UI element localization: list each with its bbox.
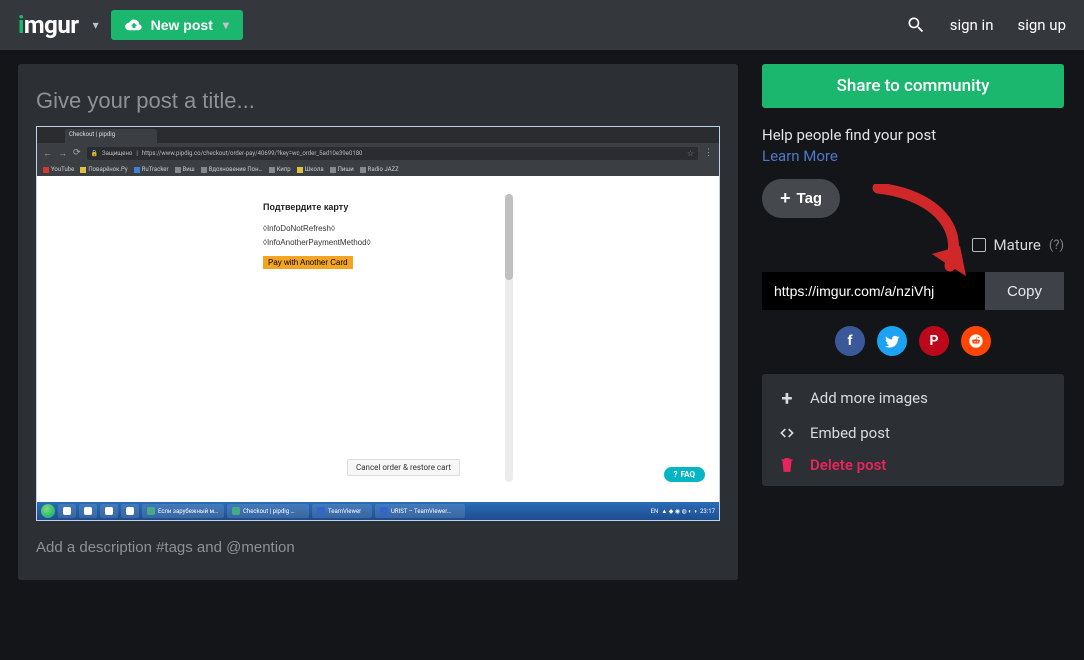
- sign-up-link[interactable]: sign up: [1017, 16, 1066, 34]
- page-body: Подтвердите карту ◊InfoDoNotRefresh◊ ◊In…: [37, 176, 719, 502]
- info-line: ◊InfoDoNotRefresh◊: [263, 224, 371, 233]
- add-tag-button[interactable]: + Tag: [762, 179, 840, 218]
- pay-another-card-button: Pay with Another Card: [263, 256, 353, 269]
- embed-post-action[interactable]: Embed post: [778, 424, 1048, 442]
- url-bar: 🔒 Защищено | https://www.pipdig.co/check…: [87, 147, 698, 160]
- main-area: Checkout | pipdig ← → ⟳ 🔒 Защищено | htt…: [0, 50, 1084, 594]
- uploaded-image[interactable]: Checkout | pipdig ← → ⟳ 🔒 Защищено | htt…: [36, 126, 720, 521]
- windows-taskbar: Если зарубежный м… Checkout | pipdig … T…: [37, 502, 719, 520]
- plus-icon: +: [778, 386, 796, 410]
- scrollbar: [505, 194, 513, 482]
- action-label: Delete post: [810, 456, 886, 474]
- search-icon[interactable]: [906, 15, 926, 35]
- plus-icon: +: [780, 188, 791, 209]
- cancel-order-button: Cancel order & restore cart: [347, 459, 460, 476]
- start-orb-icon: [41, 504, 55, 518]
- forward-icon: →: [58, 148, 67, 159]
- logo[interactable]: imgur: [18, 11, 79, 39]
- topbar-left: imgur ▾ New post ▾: [18, 10, 243, 40]
- new-post-label: New post: [151, 17, 213, 33]
- learn-more-link[interactable]: Learn More: [762, 147, 1064, 165]
- browser-tab: Checkout | pipdig: [65, 129, 157, 143]
- cloud-upload-icon: [125, 19, 143, 31]
- lock-icon: 🔒: [91, 150, 98, 157]
- reload-icon: ⟳: [73, 148, 81, 158]
- top-bar: imgur ▾ New post ▾ sign in sign up: [0, 0, 1084, 50]
- share-url-input[interactable]: [762, 272, 985, 310]
- trash-icon: [778, 457, 796, 473]
- mature-label: Mature: [994, 236, 1041, 254]
- pinterest-icon[interactable]: P: [919, 326, 949, 356]
- info-line: ◊InfoAnotherPaymentMethod◊: [263, 238, 371, 247]
- sidebar: Share to community Help people find your…: [762, 64, 1064, 486]
- mature-checkbox[interactable]: [972, 238, 986, 252]
- action-label: Embed post: [810, 424, 890, 442]
- post-editor: Checkout | pipdig ← → ⟳ 🔒 Защищено | htt…: [18, 64, 738, 580]
- facebook-icon[interactable]: f: [835, 326, 865, 356]
- chevron-down-icon[interactable]: ▾: [93, 18, 99, 32]
- sign-in-link[interactable]: sign in: [950, 16, 994, 34]
- confirm-card-title: Подтвердите карту: [263, 202, 371, 212]
- tag-label: Tag: [797, 190, 823, 207]
- copy-button[interactable]: Copy: [985, 272, 1064, 310]
- star-icon: ☆: [687, 149, 694, 158]
- mature-row: Mature (?): [762, 236, 1064, 254]
- url-prefix: Защищено: [102, 150, 132, 157]
- task-item: Если зарубежный м…: [142, 504, 224, 518]
- task-item: URIST – TeamViewer…: [375, 504, 465, 518]
- action-label: Add more images: [810, 389, 928, 407]
- twitter-icon[interactable]: [877, 326, 907, 356]
- mature-help-icon[interactable]: (?): [1049, 238, 1064, 253]
- task-item: TeamViewer: [312, 504, 372, 518]
- task-item: Checkout | pipdig …: [227, 504, 309, 518]
- social-icons: f P: [762, 310, 1064, 356]
- url-text: https://www.pipdig.co/checkout/order-pay…: [142, 150, 363, 157]
- delete-post-action[interactable]: Delete post: [778, 456, 1048, 474]
- topbar-right: sign in sign up: [906, 15, 1066, 35]
- menu-icon: ⋮: [704, 148, 713, 158]
- share-to-community-button[interactable]: Share to community: [762, 64, 1064, 108]
- share-url-row: Copy: [762, 272, 1064, 310]
- help-title: Help people find your post: [762, 126, 1064, 144]
- help-block: Help people find your post Learn More + …: [762, 126, 1064, 254]
- post-title-input[interactable]: [36, 82, 720, 126]
- post-description-input[interactable]: [36, 539, 720, 556]
- lang-indicator: EN: [651, 508, 659, 515]
- add-more-images-action[interactable]: + Add more images: [778, 386, 1048, 410]
- new-post-button[interactable]: New post ▾: [111, 10, 243, 40]
- clock: 23:17: [700, 508, 715, 515]
- back-icon: ←: [43, 148, 52, 159]
- bookmarks-bar: YouTube Поварёнок.Ру RuTracker Виш Вдохн…: [37, 163, 719, 176]
- browser-chrome: Checkout | pipdig ← → ⟳ 🔒 Защищено | htt…: [37, 127, 719, 163]
- faq-button: ?FAQ: [664, 467, 705, 482]
- chevron-down-icon: ▾: [223, 18, 229, 32]
- reddit-icon[interactable]: [961, 326, 991, 356]
- embed-icon: [778, 426, 796, 440]
- post-actions-panel: + Add more images Embed post Delete post: [762, 374, 1064, 486]
- system-tray: EN ▲ ◆ ◉ ◍ ◐ ◑ 23:17: [651, 508, 715, 515]
